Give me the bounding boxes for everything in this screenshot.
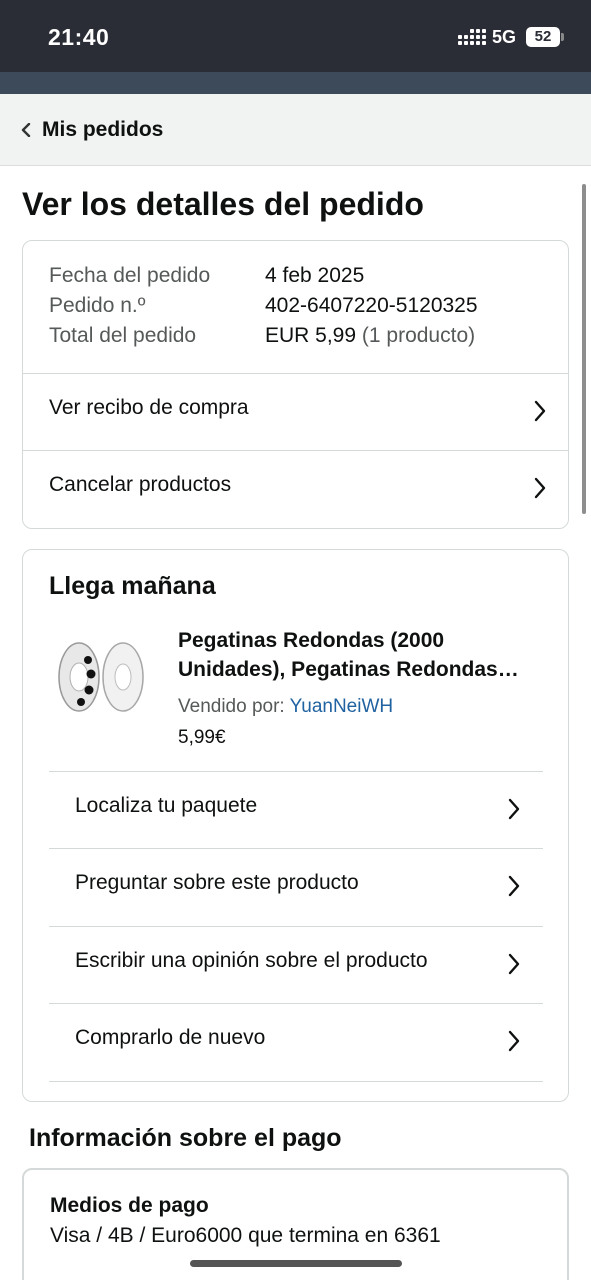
battery-level: 52 [534, 28, 552, 45]
scrollbar[interactable] [582, 184, 586, 514]
app-header-strip [0, 72, 591, 94]
order-total-amount: EUR 5,99 [265, 324, 357, 347]
payment-method-label: Medios de pago [50, 1194, 209, 1217]
order-total-items: (1 producto) [361, 324, 476, 347]
battery-icon: 52 [526, 27, 560, 47]
cancel-products-label[interactable]: Cancelar productos [49, 473, 231, 497]
breadcrumb-label[interactable]: Mis pedidos [42, 118, 163, 142]
signal-icon [458, 29, 486, 45]
chevron-right-icon[interactable] [533, 400, 547, 422]
order-number-label: Pedido n.º [49, 294, 146, 317]
write-review-label[interactable]: Escribir una opinión sobre el producto [75, 949, 428, 973]
buy-again-label[interactable]: Comprarlo de nuevo [75, 1026, 265, 1050]
status-bar: 21:40 5G 52 [0, 0, 591, 72]
order-total-label: Total del pedido [49, 324, 197, 347]
chevron-left-icon[interactable] [20, 123, 32, 137]
payment-section-title: Información sobre el pago [29, 1124, 342, 1152]
ask-product-label[interactable]: Preguntar sobre este producto [75, 871, 359, 895]
order-total-value: EUR 5,99 (1 producto) [265, 324, 475, 348]
sold-by-label: Vendido por: [178, 696, 285, 717]
ask-product-row[interactable]: Preguntar sobre este producto [49, 848, 543, 925]
product-image[interactable] [53, 638, 147, 716]
seller-info: Vendido por: YuanNeiWH [178, 696, 393, 718]
order-summary-card: Fecha del pedido 4 feb 2025 Pedido n.º 4… [22, 240, 569, 529]
view-receipt-row[interactable]: Ver recibo de compra [23, 373, 568, 450]
track-package-label[interactable]: Localiza tu paquete [75, 794, 257, 818]
view-receipt-label[interactable]: Ver recibo de compra [49, 396, 249, 420]
chevron-right-icon[interactable] [507, 875, 521, 897]
home-indicator[interactable] [190, 1260, 402, 1267]
track-package-row[interactable]: Localiza tu paquete [49, 771, 543, 848]
status-time: 21:40 [48, 24, 110, 50]
buy-again-row[interactable]: Comprarlo de nuevo [49, 1003, 543, 1080]
order-date-value: 4 feb 2025 [265, 264, 365, 287]
order-date-label: Fecha del pedido [49, 264, 211, 287]
chevron-right-icon[interactable] [533, 477, 547, 499]
seller-link[interactable]: YuanNeiWH [290, 696, 394, 717]
divider [49, 1081, 543, 1082]
delivery-status-title: Llega mañana [49, 572, 216, 600]
product-price: 5,99€ [178, 727, 226, 748]
network-type: 5G [492, 27, 517, 47]
page-title: Ver los detalles del pedido [22, 186, 424, 222]
product-title[interactable]: Pegatinas Redondas (2000 Unidades), Pega… [178, 626, 543, 684]
order-number-value: 402-6407220-5120325 [265, 294, 478, 317]
battery-cap [561, 33, 564, 41]
write-review-row[interactable]: Escribir una opinión sobre el producto [49, 926, 543, 1003]
delivery-card: Llega mañana Pegatinas Redondas (2000 Un… [22, 549, 569, 1102]
chevron-right-icon[interactable] [507, 1030, 521, 1052]
payment-method-value: Visa / 4B / Euro6000 que termina en 6361 [50, 1224, 441, 1247]
cancel-products-row[interactable]: Cancelar productos [23, 450, 568, 528]
chevron-right-icon[interactable] [507, 953, 521, 975]
breadcrumb[interactable]: Mis pedidos [0, 94, 591, 166]
chevron-right-icon[interactable] [507, 798, 521, 820]
